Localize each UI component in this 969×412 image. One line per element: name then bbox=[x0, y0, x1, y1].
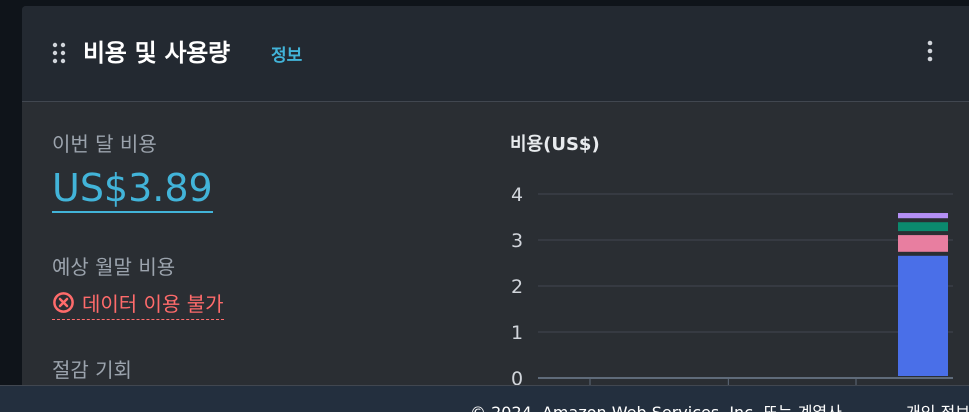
cost-usage-widget: 비용 및 사용량 정보 이번 달 비용 US$3.89 예상 월말 비용 데이터… bbox=[22, 6, 969, 386]
info-link[interactable]: 정보 bbox=[271, 41, 302, 66]
cost-chart: 0 1 2 3 4 bbox=[511, 184, 953, 386]
y-tick-label: 1 bbox=[511, 322, 523, 344]
bar-segment bbox=[898, 235, 948, 252]
footer: © 2024, Amazon Web Services, Inc. 또는 계열사… bbox=[0, 385, 969, 412]
y-tick-label: 0 bbox=[511, 368, 523, 386]
y-tick-label: 4 bbox=[511, 184, 523, 206]
forecast-label: 예상 월말 비용 bbox=[52, 255, 176, 279]
bar-segment bbox=[898, 222, 948, 232]
error-icon bbox=[53, 292, 74, 313]
page: 비용 및 사용량 정보 이번 달 비용 US$3.89 예상 월말 비용 데이터… bbox=[0, 0, 969, 412]
current-month-label: 이번 달 비용 bbox=[52, 132, 157, 156]
forecast-error-text: 데이터 이용 불가 bbox=[82, 292, 224, 316]
footer-copyright: © 2024, Amazon Web Services, Inc. 또는 계열사… bbox=[470, 399, 847, 412]
more-options-icon[interactable] bbox=[924, 40, 936, 62]
footer-privacy-link[interactable]: 개인 정보 bbox=[906, 399, 969, 412]
y-tick-label: 3 bbox=[511, 230, 523, 252]
savings-label: 절감 기회 bbox=[52, 358, 132, 382]
chart-title: 비용(US$) bbox=[510, 134, 600, 155]
bar-segment bbox=[898, 213, 948, 219]
current-month-amount-link[interactable]: US$3.89 bbox=[52, 166, 213, 213]
drag-handle-icon[interactable] bbox=[52, 42, 66, 64]
bar-segment bbox=[898, 255, 948, 376]
y-tick-label: 2 bbox=[511, 276, 523, 298]
forecast-error[interactable]: 데이터 이용 불가 bbox=[52, 288, 224, 320]
widget-title: 비용 및 사용량 bbox=[83, 39, 230, 67]
widget-header: 비용 및 사용량 정보 bbox=[22, 6, 969, 102]
